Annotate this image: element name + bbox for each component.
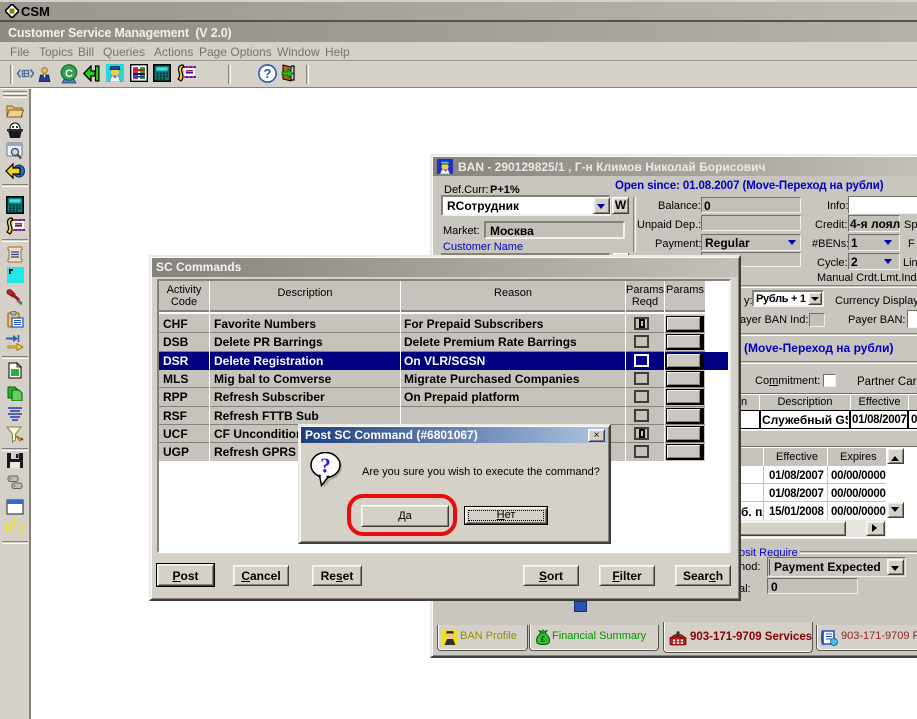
svg-text:?: ?	[264, 66, 272, 81]
svg-text:S: S	[18, 525, 25, 536]
svg-text:?: ?	[320, 454, 331, 478]
svg-text:C: C	[65, 68, 73, 80]
svg-text:£: £	[541, 635, 546, 644]
